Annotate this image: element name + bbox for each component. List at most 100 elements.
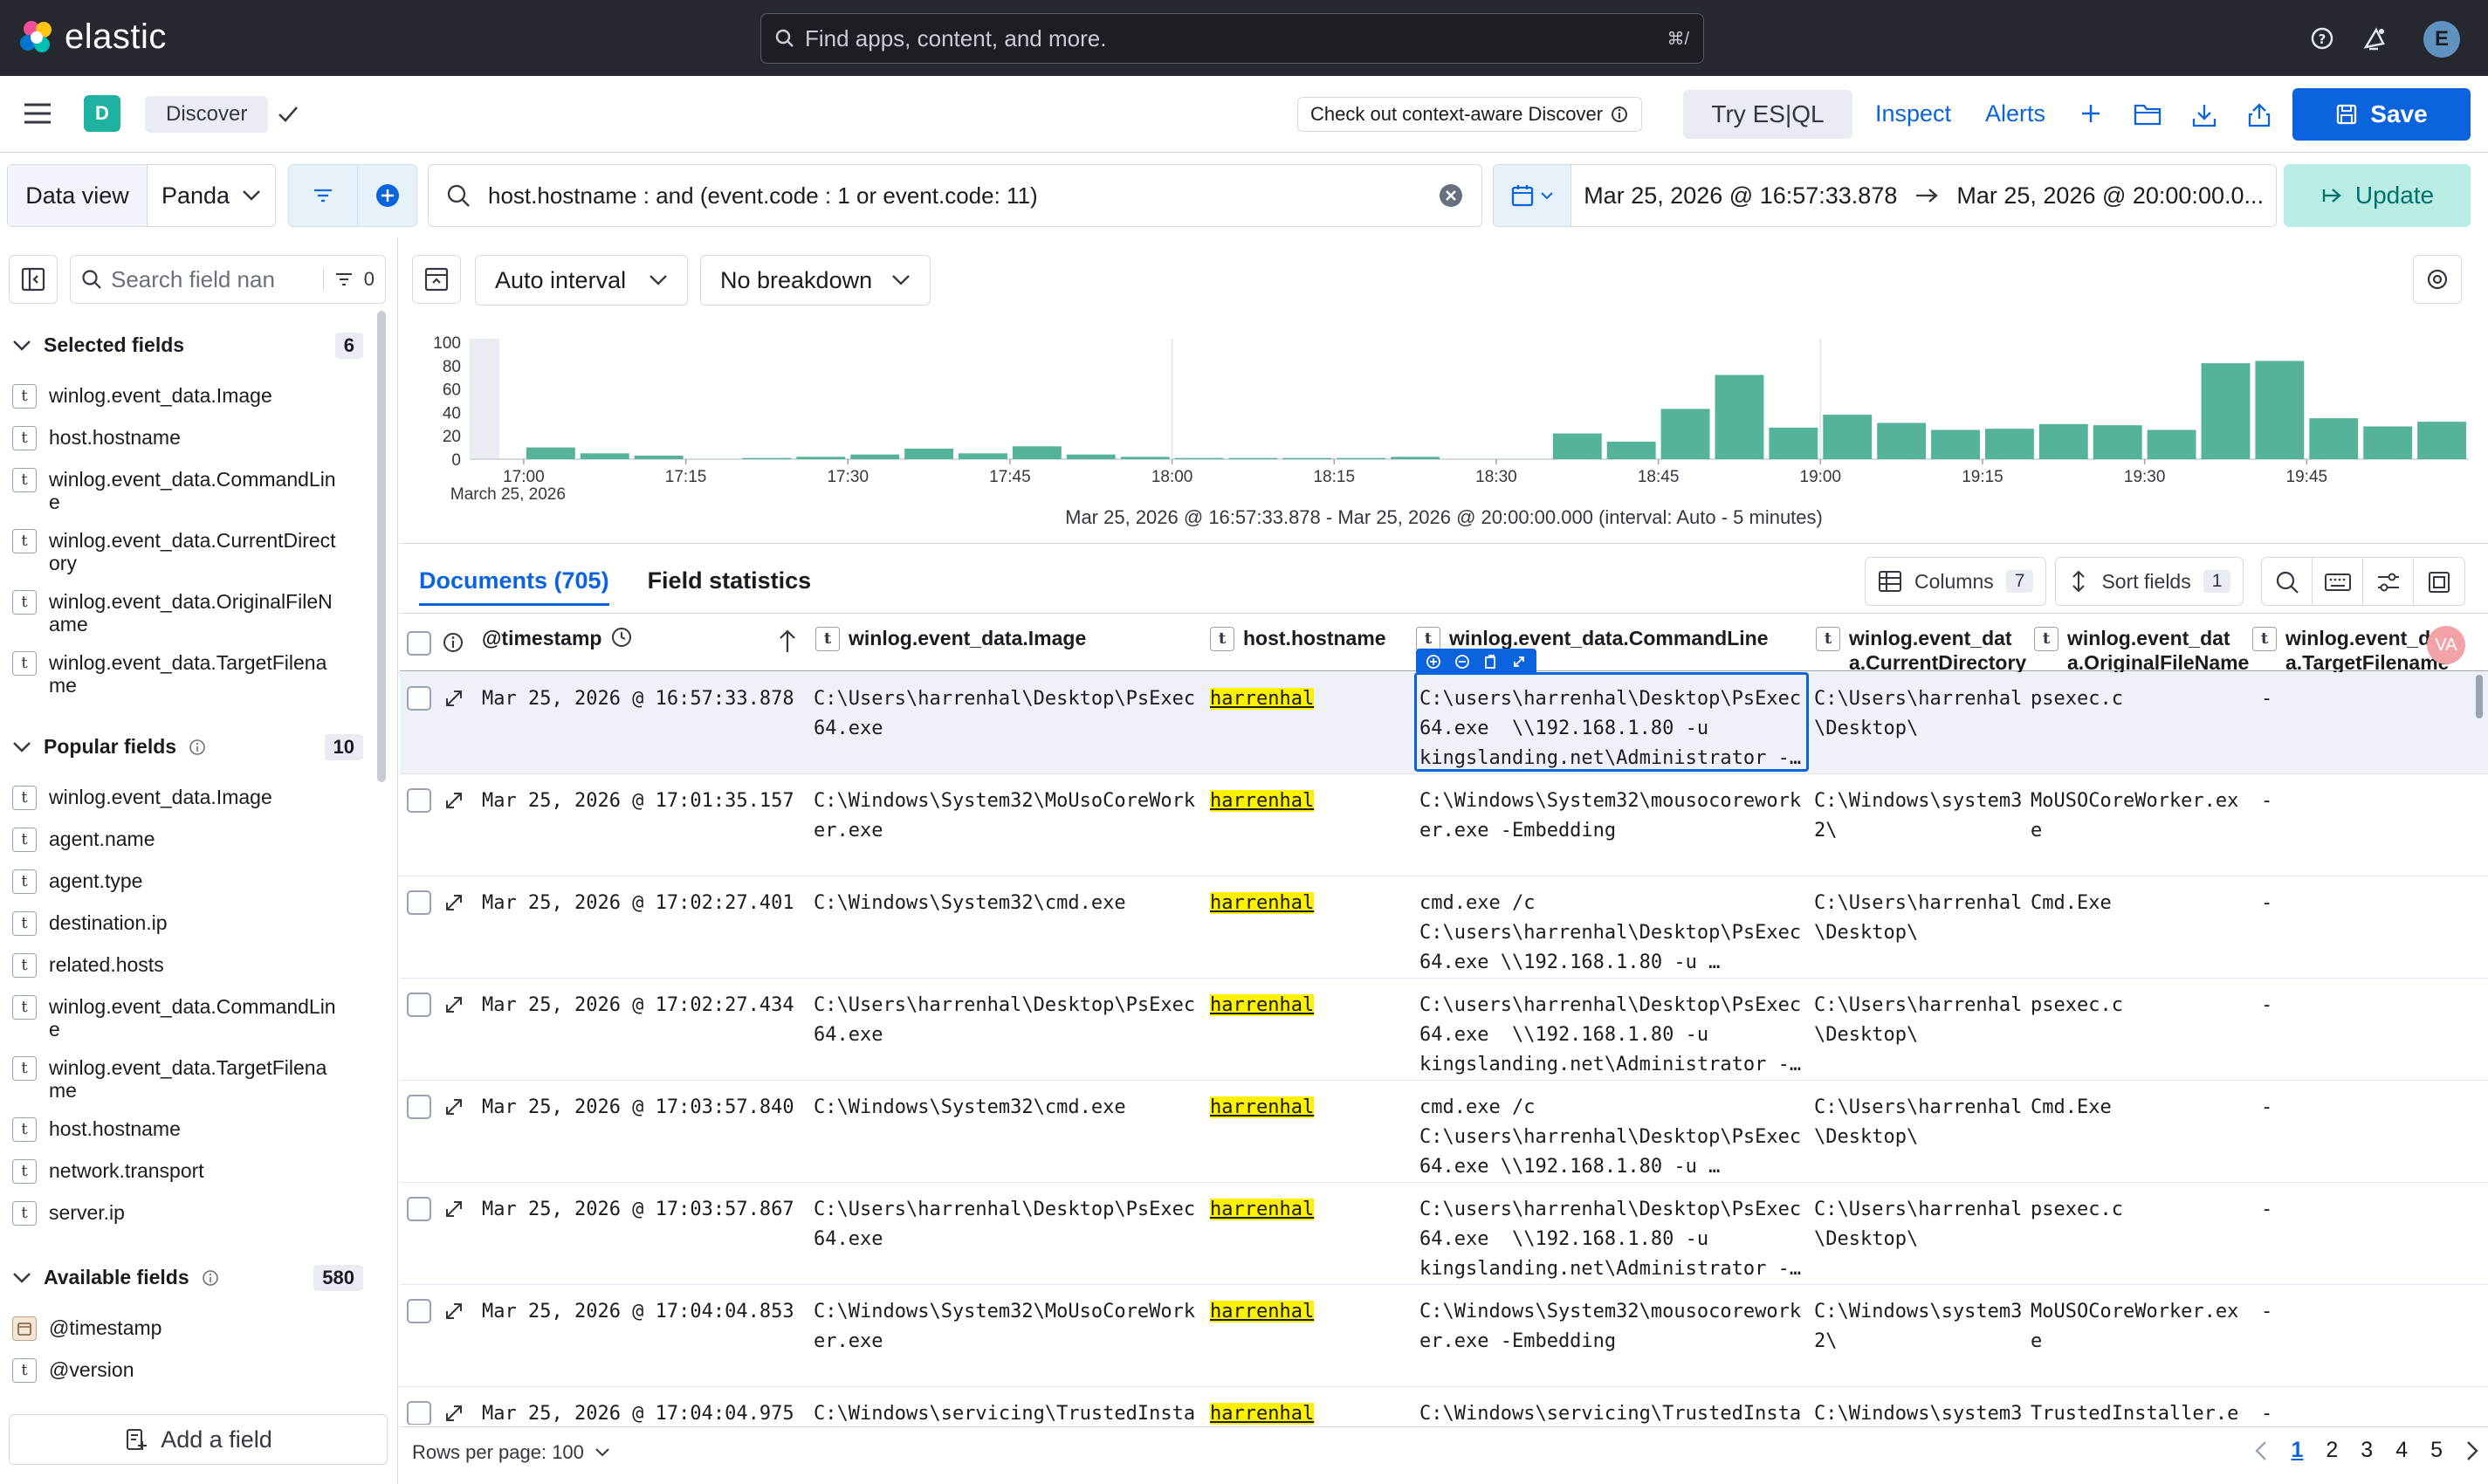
expand-row-icon[interactable] [443,892,464,913]
section-selected-fields[interactable]: Selected fields 6 [12,332,363,359]
fullscreen-icon[interactable] [2414,558,2464,605]
histogram-bar[interactable] [959,453,1007,459]
histogram-bar[interactable] [1984,429,2034,459]
tab-documents[interactable]: Documents (705) [419,567,609,606]
help-icon[interactable]: ? [2305,21,2340,56]
column-header-timestamp[interactable]: @timestamp [482,614,633,671]
cell-currentdirectory[interactable]: C:\Users\harrenhal \Desktop\ [1814,684,2031,744]
cell-image[interactable]: C:\Windows\System32\MoUsoCoreWork er.exe [814,1297,1198,1357]
histogram-bar[interactable] [2147,429,2196,460]
share-icon[interactable] [2247,102,2272,128]
table-scrollbar[interactable] [2476,675,2483,718]
cell-originalfilename[interactable]: Cmd.Exe [2031,1093,2249,1123]
expand-row-icon[interactable] [443,1199,464,1219]
cell-currentdirectory[interactable]: C:\Users\harrenhal \Desktop\ [1814,889,2031,948]
field-item[interactable]: t host.hostname [12,426,337,450]
quick-select-button[interactable] [1494,165,1572,226]
cell-timestamp[interactable]: Mar 25, 2026 @ 17:04:04.975 [482,1399,805,1425]
field-item[interactable]: t winlog.event_data.OriginalFileName [12,590,337,636]
kql-query-input[interactable]: host.hostname : and (event.code : 1 or e… [428,164,1482,227]
histogram-bar[interactable] [850,454,900,459]
date-range-picker[interactable]: Mar 25, 2026 @ 16:57:33.878 Mar 25, 2026… [1493,164,2277,227]
cell-hostname[interactable]: harrenhal [1210,991,1402,1020]
info-icon[interactable] [442,631,464,654]
expand-row-icon[interactable] [443,1301,464,1322]
cell-commandline[interactable]: cmd.exe /c C:\users\harrenhal\Desktop\Ps… [1419,889,1809,978]
histogram-bar[interactable] [1282,457,1332,459]
grid-search-icon[interactable] [2262,558,2313,605]
cell-commandline[interactable]: cmd.exe /c C:\users\harrenhal\Desktop\Ps… [1419,1093,1809,1182]
copy-icon[interactable] [1481,653,1499,670]
cell-hostname[interactable]: harrenhal [1210,1297,1402,1327]
open-folder-icon[interactable] [2134,102,2162,127]
cell-commandline[interactable]: C:\users\harrenhal\Desktop\PsExec 64.exe… [1419,991,1809,1080]
cell-hostname[interactable]: harrenhal [1210,1399,1402,1425]
sort-ascending-icon[interactable] [777,628,798,654]
field-item[interactable]: t server.ip [12,1201,337,1226]
field-item[interactable]: t winlog.event_data.CurrentDirectory [12,529,337,574]
cell-originalfilename[interactable]: Cmd.Exe [2031,889,2249,918]
zoom-out-icon[interactable] [1454,653,1471,670]
section-available-fields[interactable]: Available fields 580 [12,1264,363,1291]
field-item[interactable]: t winlog.event_data.CommandLine [12,995,337,1041]
cell-timestamp[interactable]: Mar 25, 2026 @ 16:57:33.878 [482,684,805,714]
space-avatar[interactable]: D [84,95,120,132]
histogram-bar[interactable] [742,457,792,459]
table-row[interactable]: Mar 25, 2026 @ 17:04:04.975 C:\Windows\se… [400,1387,2488,1425]
histogram-bar[interactable] [2255,361,2305,459]
elastic-logo[interactable]: elastic [17,17,167,57]
cell-targetfilename[interactable]: - [2261,1399,2392,1425]
inspect-link[interactable]: Inspect [1875,100,1951,127]
try-esql-button[interactable]: Try ES|QL [1683,90,1852,139]
rows-per-page-select[interactable]: Rows per page: 100 [412,1441,610,1464]
global-search-input[interactable]: Find apps, content, and more. ⌘/ [760,13,1704,64]
select-all-checkbox[interactable] [407,631,431,656]
cell-currentdirectory[interactable]: C:\Windows\system3 2\ [1814,787,2031,846]
zoom-in-icon[interactable] [1425,653,1442,670]
tab-field-statistics[interactable]: Field statistics [648,567,812,606]
page-1[interactable]: 1 [2291,1438,2303,1463]
cell-originalfilename[interactable]: MoUSOCoreWorker.ex e [2031,787,2249,846]
expand-row-icon[interactable] [443,1403,464,1424]
filter-menu-button[interactable] [288,164,358,227]
field-item[interactable]: t winlog.event_data.TargetFilename [12,651,337,697]
histogram-bar[interactable] [796,457,846,459]
histogram-bar[interactable] [1228,457,1278,459]
histogram-bar[interactable] [1769,427,1818,459]
histogram-bar[interactable] [2093,425,2142,459]
histogram-bar[interactable] [1174,457,1224,459]
cell-targetfilename[interactable]: - [2261,889,2392,918]
data-view-picker[interactable]: Data view Panda [7,164,276,227]
cell-commandline[interactable]: C:\Windows\System32\mousocorework er.exe… [1419,1297,1809,1357]
keyboard-icon[interactable] [2313,558,2364,605]
cell-targetfilename[interactable]: - [2261,684,2392,714]
field-item[interactable]: t related.hosts [12,953,337,978]
column-header-targetfilename[interactable]: t winlog.event_dat a.TargetFilename [2252,614,2449,674]
cell-image[interactable]: C:\Windows\System32\cmd.exe [814,1093,1198,1123]
page-3[interactable]: 3 [2361,1438,2373,1463]
cell-originalfilename[interactable]: psexec.c [2031,684,2249,714]
cell-originalfilename[interactable]: psexec.c [2031,991,2249,1020]
histogram-bar[interactable] [1066,454,1116,459]
column-header-originalfilename[interactable]: t winlog.event_dat a.OriginalFileName [2034,614,2249,674]
cell-currentdirectory[interactable]: C:\Users\harrenhal \Desktop\ [1814,1195,2031,1254]
page-2[interactable]: 2 [2326,1438,2338,1463]
histogram-bar[interactable] [1606,441,1656,459]
section-popular-fields[interactable]: Popular fields 10 [12,733,363,760]
columns-button[interactable]: Columns 7 [1865,557,2047,606]
download-icon[interactable] [2191,102,2217,128]
menu-icon[interactable] [23,100,52,127]
histogram-bar[interactable] [1391,457,1440,459]
table-row[interactable]: Mar 25, 2026 @ 17:03:57.867 C:\Users\harr… [400,1183,2488,1285]
alerts-link[interactable]: Alerts [1985,100,2045,127]
user-avatar[interactable]: E [2423,21,2460,58]
cell-currentdirectory[interactable]: C:\Windows\system3 [1814,1399,2031,1425]
table-row[interactable]: Mar 25, 2026 @ 17:02:27.401 C:\Windows\Sy… [400,876,2488,979]
toggle-chart-button[interactable] [412,255,461,304]
cell-image[interactable]: C:\Users\harrenhal\Desktop\PsExec 64.exe [814,991,1198,1050]
field-item[interactable]: t @version [12,1358,337,1383]
add-filter-button[interactable] [358,164,417,227]
sort-fields-button[interactable]: Sort fields 1 [2055,557,2244,606]
cell-commandline[interactable]: C:\users\harrenhal\Desktop\PsExec 64.exe… [1419,1195,1809,1284]
histogram-bar[interactable] [1552,433,1602,459]
